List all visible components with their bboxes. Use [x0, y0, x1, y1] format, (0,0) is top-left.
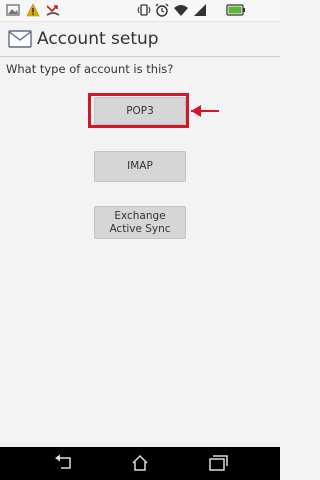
image-notification-icon [6, 4, 20, 16]
back-icon[interactable] [53, 454, 73, 472]
warning-icon [26, 3, 40, 17]
account-type-question: What type of account is this? [6, 62, 174, 76]
email-icon [8, 30, 32, 48]
signal-icon [194, 4, 206, 16]
battery-icon [226, 4, 245, 16]
alarm-icon [155, 3, 169, 17]
status-bar [0, 0, 280, 22]
highlight-box [88, 93, 189, 128]
vibrate-icon [137, 4, 151, 16]
imap-button[interactable]: IMAP [94, 151, 186, 182]
missed-call-icon [46, 5, 60, 16]
page-title: Account setup [37, 29, 159, 49]
action-bar: Account setup [0, 22, 280, 57]
home-icon[interactable] [131, 454, 149, 472]
wifi-icon [174, 5, 188, 16]
exchange-active-sync-button[interactable]: Exchange Active Sync [94, 206, 186, 239]
recent-apps-icon[interactable] [208, 454, 228, 472]
navigation-bar [0, 447, 280, 480]
arrow-left-icon [191, 105, 219, 117]
